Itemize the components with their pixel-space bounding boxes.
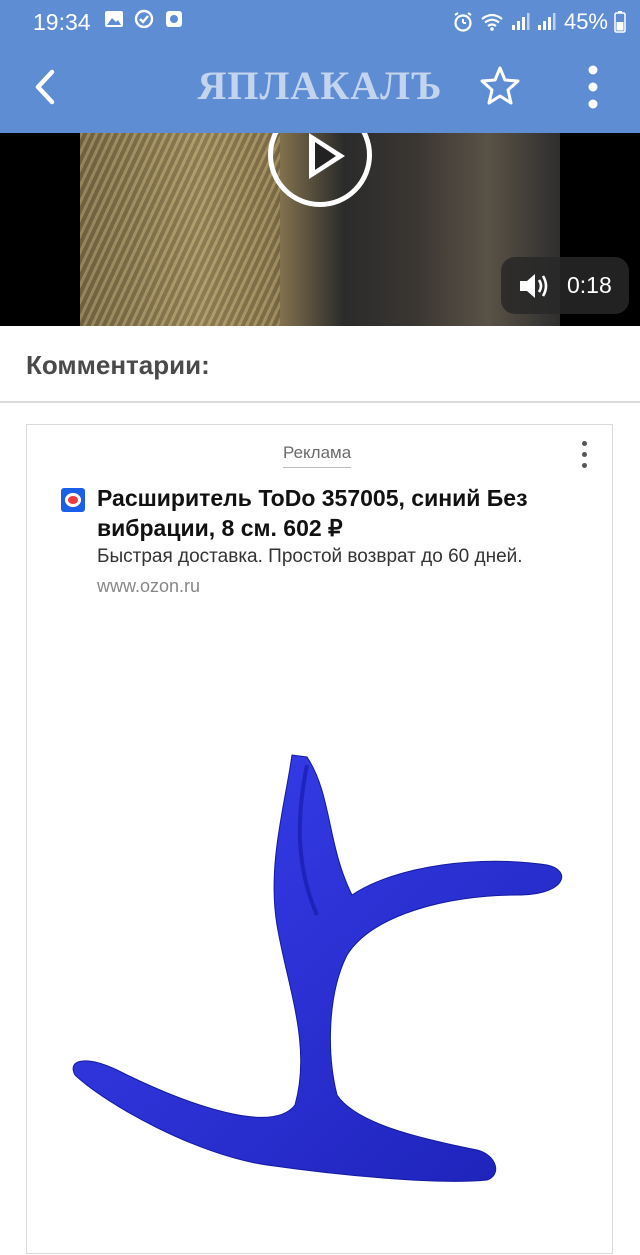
divider	[0, 401, 640, 403]
video-hay-texture	[80, 133, 280, 326]
product-image[interactable]	[27, 665, 612, 1255]
more-vert-icon[interactable]	[578, 62, 608, 112]
ad-card[interactable]: Реклама Расширитель ToDo 357005, синий Б…	[26, 424, 613, 1254]
app-bar: 19:34 45% ЯПЛАКАЛЪ	[0, 0, 640, 133]
signal-icon	[537, 13, 556, 30]
app-icon	[166, 11, 182, 27]
ad-domain[interactable]: www.ozon.ru	[97, 576, 200, 597]
ad-more-icon[interactable]	[576, 441, 592, 477]
video-player[interactable]: 0:18	[0, 133, 640, 326]
video-duration: 0:18	[567, 272, 612, 298]
back-icon[interactable]	[26, 64, 66, 110]
volume-icon[interactable]	[517, 271, 551, 301]
gallery-icon	[105, 11, 123, 27]
comments-heading: Комментарии:	[26, 350, 210, 380]
status-time: 19:34	[33, 9, 91, 35]
status-icons-right: 45%	[452, 9, 626, 35]
battery-icon	[614, 11, 626, 33]
status-icons-left	[104, 9, 184, 29]
star-icon[interactable]	[478, 64, 522, 108]
ad-description: Быстрая доставка. Простой возврат до 60 …	[97, 546, 523, 567]
signal-icon	[511, 13, 530, 30]
ad-title[interactable]: Расширитель ToDo 357005, синий Без вибра…	[97, 483, 597, 543]
site-logo[interactable]: ЯПЛАКАЛЪ	[185, 59, 455, 113]
ozon-logo-icon	[61, 488, 85, 512]
play-icon	[309, 133, 345, 179]
ad-label: Реклама	[283, 443, 352, 468]
product-shape	[72, 754, 563, 1182]
alarm-icon	[454, 12, 472, 32]
battery-percent: 45%	[563, 9, 608, 34]
toolbar: ЯПЛАКАЛЪ	[0, 42, 640, 133]
wifi-icon	[481, 13, 503, 31]
duration-pill[interactable]: 0:18	[501, 257, 629, 314]
sync-icon	[134, 9, 154, 29]
status-bar: 19:34 45%	[0, 0, 640, 42]
